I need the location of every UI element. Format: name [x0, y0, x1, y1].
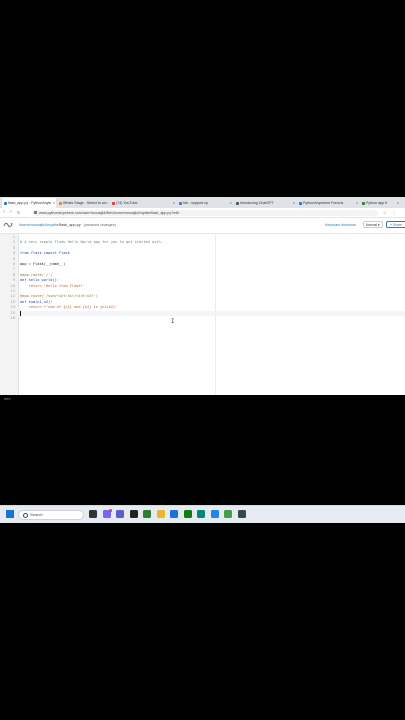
file-explorer-icon[interactable] — [156, 510, 165, 518]
tab-favicon-icon — [111, 201, 115, 205]
editor-header: /home/mourajk4/mysite/flask_app.py (unsav… — [0, 218, 405, 234]
store-icon[interactable] — [170, 510, 178, 518]
tab-label: Whats Stage - Select to ca — [63, 201, 106, 205]
browser-tab[interactable]: Python app fr × — [360, 198, 400, 208]
reload-icon[interactable]: ↻ — [17, 209, 20, 216]
tab-label: PythonAnywhere Forums — [303, 201, 344, 205]
tab-favicon-icon — [235, 201, 239, 205]
tab-close-icon[interactable]: × — [230, 198, 232, 208]
chrome-icon[interactable] — [224, 510, 232, 518]
lock-icon — [34, 211, 37, 214]
unsaved-changes-label: (unsaved changes) — [83, 223, 116, 227]
theme-select-value: Normal — [366, 223, 377, 227]
desktop-screen: flask_app.py : PythonAnyw × Whats Stage - … — [0, 197, 405, 523]
tab-favicon-icon — [3, 201, 7, 205]
tab-close-icon[interactable]: × — [293, 198, 295, 208]
console-prompt: >>> — [4, 397, 11, 401]
tab-favicon-icon — [361, 201, 365, 205]
browser-address-bar: ‹ › ↻ www.pythonanywhere.com/user/mouraj… — [0, 208, 405, 218]
terminal-icon[interactable] — [237, 510, 246, 518]
browser-icon[interactable] — [210, 510, 219, 518]
windows-start-icon[interactable] — [6, 510, 14, 518]
tab-label: Ide - support.cp — [183, 201, 208, 205]
tab-label: Python app fr — [366, 201, 388, 205]
code-line[interactable]: 16 — [0, 316, 405, 321]
tab-favicon-icon — [298, 201, 302, 205]
task-view-icon[interactable] — [89, 510, 97, 518]
tab-favicon-icon — [178, 201, 182, 205]
tab-close-icon[interactable]: × — [397, 198, 399, 208]
tab-close-icon[interactable]: × — [106, 198, 108, 208]
tab-close-icon[interactable]: × — [53, 198, 55, 208]
browser-tab[interactable]: flask_app.py : PythonAnyw × — [2, 198, 56, 208]
url-text: www.pythonanywhere.com/user/mourajk4/fil… — [39, 210, 180, 215]
browser-tab[interactable]: Ide - support.cp × — [177, 198, 233, 208]
teams-icon[interactable] — [116, 510, 124, 518]
share-button[interactable]: ↗ Share — [386, 221, 405, 228]
code-editor[interactable]: I 1 2 # A very simple Flask Hello World ap… — [0, 234, 405, 395]
url-input[interactable]: www.pythonanywhere.com/user/mourajk4/fil… — [32, 209, 378, 216]
browser-tab[interactable]: PythonAnywhere Forums × — [297, 198, 359, 208]
bookmark-icon[interactable]: ☆ — [383, 209, 387, 216]
forward-icon[interactable]: › — [10, 209, 12, 216]
taskbar-search-input[interactable]: Search — [18, 509, 84, 520]
notification-badge: 1 — [108, 508, 112, 512]
browser-tab[interactable]: Whats Stage - Select to ca × — [57, 198, 109, 208]
console-panel[interactable]: >>> — [0, 395, 405, 505]
search-icon — [23, 513, 28, 518]
tab-close-icon[interactable]: × — [173, 198, 175, 208]
tab-label: (74) YouTube — [116, 201, 138, 205]
menu-icon[interactable]: ⋮ — [392, 209, 396, 216]
windows-taskbar: Search 1 — [0, 505, 405, 523]
browser-tab[interactable]: (74) YouTube × — [110, 198, 176, 208]
browser-tab[interactable]: Introducing ChatGPT × — [234, 198, 296, 208]
tab-close-icon[interactable]: × — [356, 198, 358, 208]
tab-label: flask_app.py : PythonAnyw — [8, 201, 52, 205]
media-icon[interactable] — [129, 510, 138, 518]
xbox-icon[interactable] — [183, 510, 192, 518]
breadcrumb: /home/mourajk4/mysite/flask_app.py (unsav… — [19, 222, 116, 228]
tab-label: Introducing ChatGPT — [240, 201, 274, 205]
keyboard-shortcuts-link[interactable]: Keyboard shortcuts — [325, 222, 356, 228]
search-placeholder: Search — [30, 511, 43, 517]
breadcrumb-filename: flask_app.py — [59, 223, 81, 227]
browser-tab-bar: flask_app.py : PythonAnyw × Whats Stage - … — [0, 197, 405, 208]
back-icon[interactable]: ‹ — [3, 209, 5, 216]
theme-select[interactable]: Normal ▾ — [363, 221, 383, 228]
edge-icon[interactable] — [143, 510, 151, 518]
pythonanywhere-logo-icon[interactable] — [3, 220, 13, 230]
share-button-label: Share — [392, 223, 402, 227]
settings-icon[interactable] — [197, 510, 205, 518]
tab-favicon-icon — [58, 201, 62, 205]
line-number: 16 — [10, 316, 15, 320]
breadcrumb-path-link[interactable]: /home/mourajk4/mysite/ — [19, 223, 59, 227]
